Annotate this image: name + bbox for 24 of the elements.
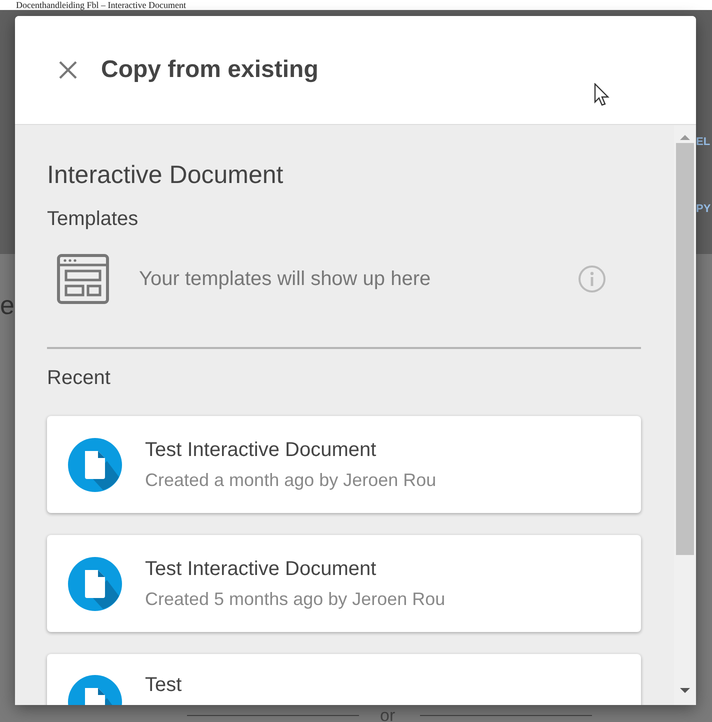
document-icon xyxy=(67,436,123,492)
document-card[interactable]: Test Interactive Document Created a month ago by Jeroen Rou xyxy=(47,416,641,513)
document-subtitle: Created a month ago by Jeroen Rou xyxy=(145,470,436,490)
document-card[interactable]: Test Interactive Document Created 5 months ago by Jeroen Rou xyxy=(47,535,641,632)
mouse-pointer-icon xyxy=(594,83,610,107)
dialog-title: Copy from existing xyxy=(101,56,318,84)
templates-empty-message: Your templates will show up here xyxy=(139,268,432,290)
document-subtitle: Created 5 months ago by Jeroen Rou xyxy=(145,588,446,610)
document-icon xyxy=(67,556,123,612)
scroll-up-icon[interactable] xyxy=(679,133,691,141)
scroll-down-icon[interactable] xyxy=(679,687,691,695)
section-title: Interactive Document xyxy=(47,161,284,190)
document-title: Test xyxy=(145,674,182,697)
page-caption: Docenthandleiding Fbl – Interactive Document xyxy=(16,0,186,10)
document-title: Test Interactive Document xyxy=(145,438,378,462)
background-text: e xyxy=(0,290,14,321)
template-layout-icon xyxy=(57,254,109,304)
document-title: Test Interactive Document xyxy=(145,558,378,580)
scrollbar-thumb[interactable] xyxy=(676,143,694,555)
templates-heading: Templates xyxy=(47,208,140,231)
document-card[interactable]: Test xyxy=(47,654,641,705)
scrollbar[interactable] xyxy=(674,125,696,705)
info-icon[interactable] xyxy=(578,265,606,293)
recent-heading: Recent xyxy=(47,367,112,390)
